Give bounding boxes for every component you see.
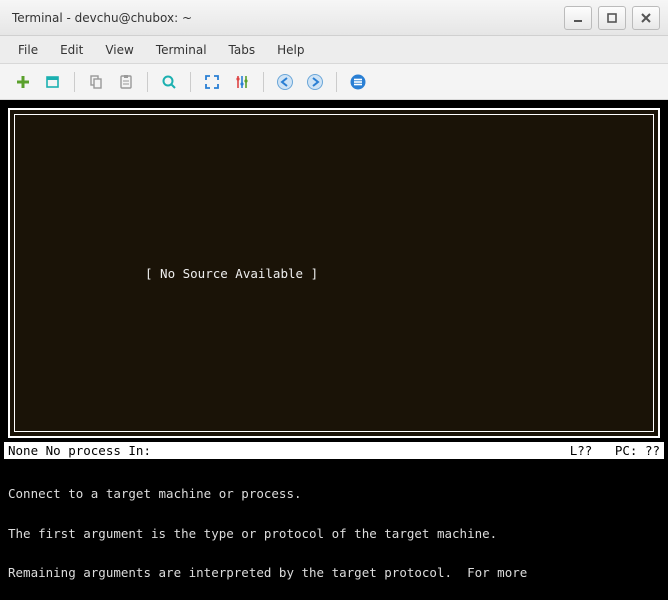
close-icon [639,11,653,25]
no-source-message: [ No Source Available ] [145,266,318,281]
menu-tabs[interactable]: Tabs [219,39,266,61]
fullscreen-button[interactable] [199,69,225,95]
sliders-icon [233,73,251,91]
window-controls [564,6,660,30]
maximize-icon [605,11,619,25]
menu-file[interactable]: File [8,39,48,61]
toolbar-separator [190,72,191,92]
source-panel: [ No Source Available ] [8,108,660,438]
status-right: L?? PC: ?? [570,443,660,458]
back-button[interactable] [272,69,298,95]
titlebar: Terminal - devchu@chubox: ~ [0,0,668,36]
menu-terminal[interactable]: Terminal [146,39,217,61]
menu-help[interactable]: Help [267,39,314,61]
new-window-button[interactable] [40,69,66,95]
menu-view[interactable]: View [95,39,143,61]
hamburger-icon [349,73,367,91]
arrow-right-icon [306,73,324,91]
arrow-left-icon [276,73,294,91]
toolbar-separator [336,72,337,92]
fullscreen-icon [203,73,221,91]
copy-icon [87,73,105,91]
new-tab-button[interactable] [10,69,36,95]
search-icon [160,73,178,91]
output-line: The first argument is the type or protoc… [8,527,660,540]
window-title: Terminal - devchu@chubox: ~ [12,11,564,25]
terminal-area[interactable]: [ No Source Available ] None No process … [0,100,668,600]
output-line: Remaining arguments are interpreted by t… [8,566,660,579]
toolbar-separator [263,72,264,92]
toolbar-separator [74,72,75,92]
status-left: None No process In: [8,443,570,458]
menu-edit[interactable]: Edit [50,39,93,61]
hamburger-menu-button[interactable] [345,69,371,95]
paste-icon [117,73,135,91]
search-button[interactable] [156,69,182,95]
output-area[interactable]: Connect to a target machine or process. … [4,459,664,596]
status-bar: None No process In: L?? PC: ?? [4,442,664,459]
forward-button[interactable] [302,69,328,95]
toolbar [0,64,668,100]
menubar: File Edit View Terminal Tabs Help [0,36,668,64]
output-line: Connect to a target machine or process. [8,487,660,500]
minimize-button[interactable] [564,6,592,30]
close-button[interactable] [632,6,660,30]
toolbar-separator [147,72,148,92]
paste-button[interactable] [113,69,139,95]
maximize-button[interactable] [598,6,626,30]
copy-button[interactable] [83,69,109,95]
source-panel-inner: [ No Source Available ] [14,114,654,432]
minimize-icon [571,11,585,25]
plus-icon [14,73,32,91]
new-window-icon [44,73,62,91]
preferences-button[interactable] [229,69,255,95]
